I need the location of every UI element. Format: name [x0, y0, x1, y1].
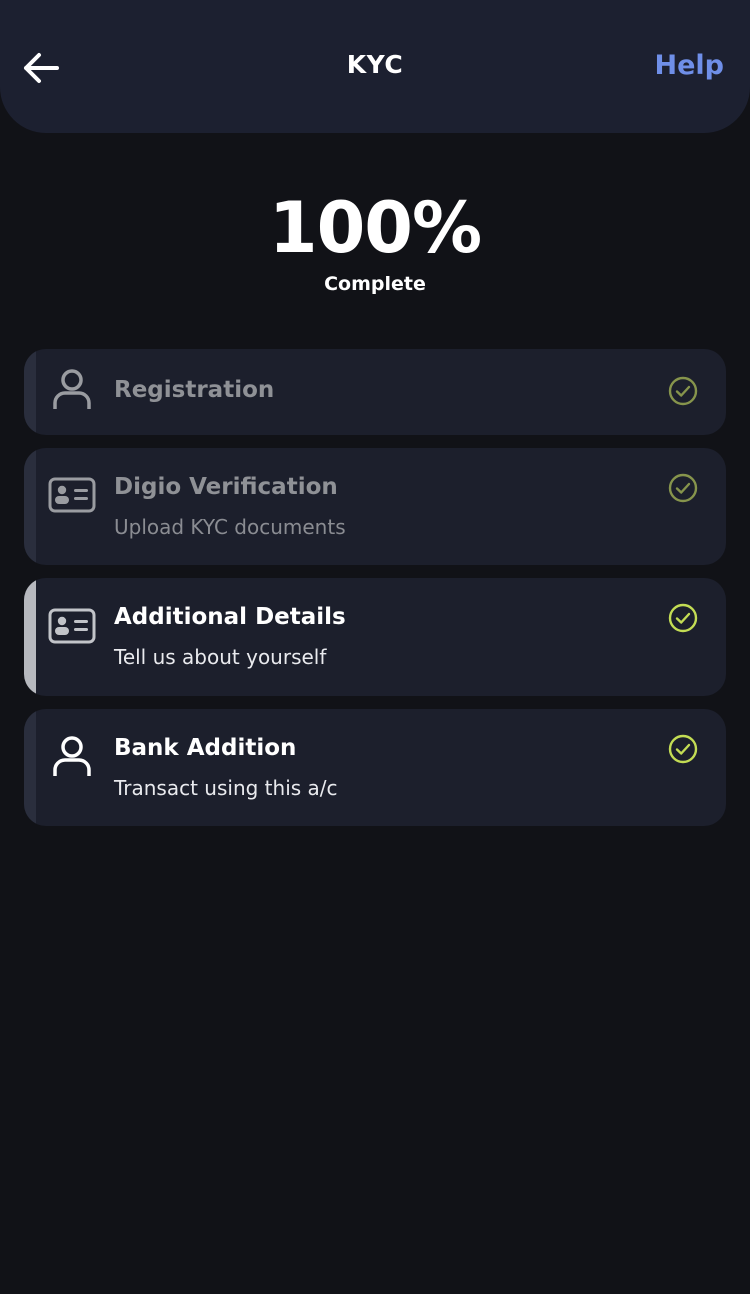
step-registration[interactable]: Registration	[24, 349, 726, 435]
step-title: Additional Details	[114, 604, 346, 630]
kyc-progress: 100% Complete	[0, 188, 750, 295]
step-title: Registration	[114, 377, 275, 403]
check-circle-icon	[668, 473, 698, 503]
step-title: Digio Verification	[114, 474, 338, 500]
step-bank-addition[interactable]: Bank Addition Transact using this a/c	[24, 709, 726, 826]
help-link[interactable]: Help	[655, 50, 725, 81]
user-icon	[48, 368, 96, 412]
step-digio-verification[interactable]: Digio Verification Upload KYC documents	[24, 448, 726, 565]
kyc-steps-list: Registration Digio Verification Upload K…	[24, 349, 726, 839]
page-title: KYC	[346, 50, 404, 79]
step-subtitle: Upload KYC documents	[114, 515, 346, 539]
step-subtitle: Transact using this a/c	[114, 776, 338, 800]
progress-percentage: 100%	[268, 187, 482, 269]
top-bar: KYC Help	[0, 0, 750, 133]
id-card-icon	[48, 604, 96, 648]
progress-label: Complete	[324, 273, 426, 295]
user-icon	[48, 735, 96, 779]
check-circle-icon	[668, 376, 698, 406]
check-circle-icon	[668, 603, 698, 633]
step-additional-details[interactable]: Additional Details Tell us about yoursel…	[24, 578, 726, 696]
id-card-icon	[48, 473, 96, 517]
check-circle-icon	[668, 734, 698, 764]
step-title: Bank Addition	[114, 735, 297, 761]
step-subtitle: Tell us about yourself	[114, 645, 327, 669]
